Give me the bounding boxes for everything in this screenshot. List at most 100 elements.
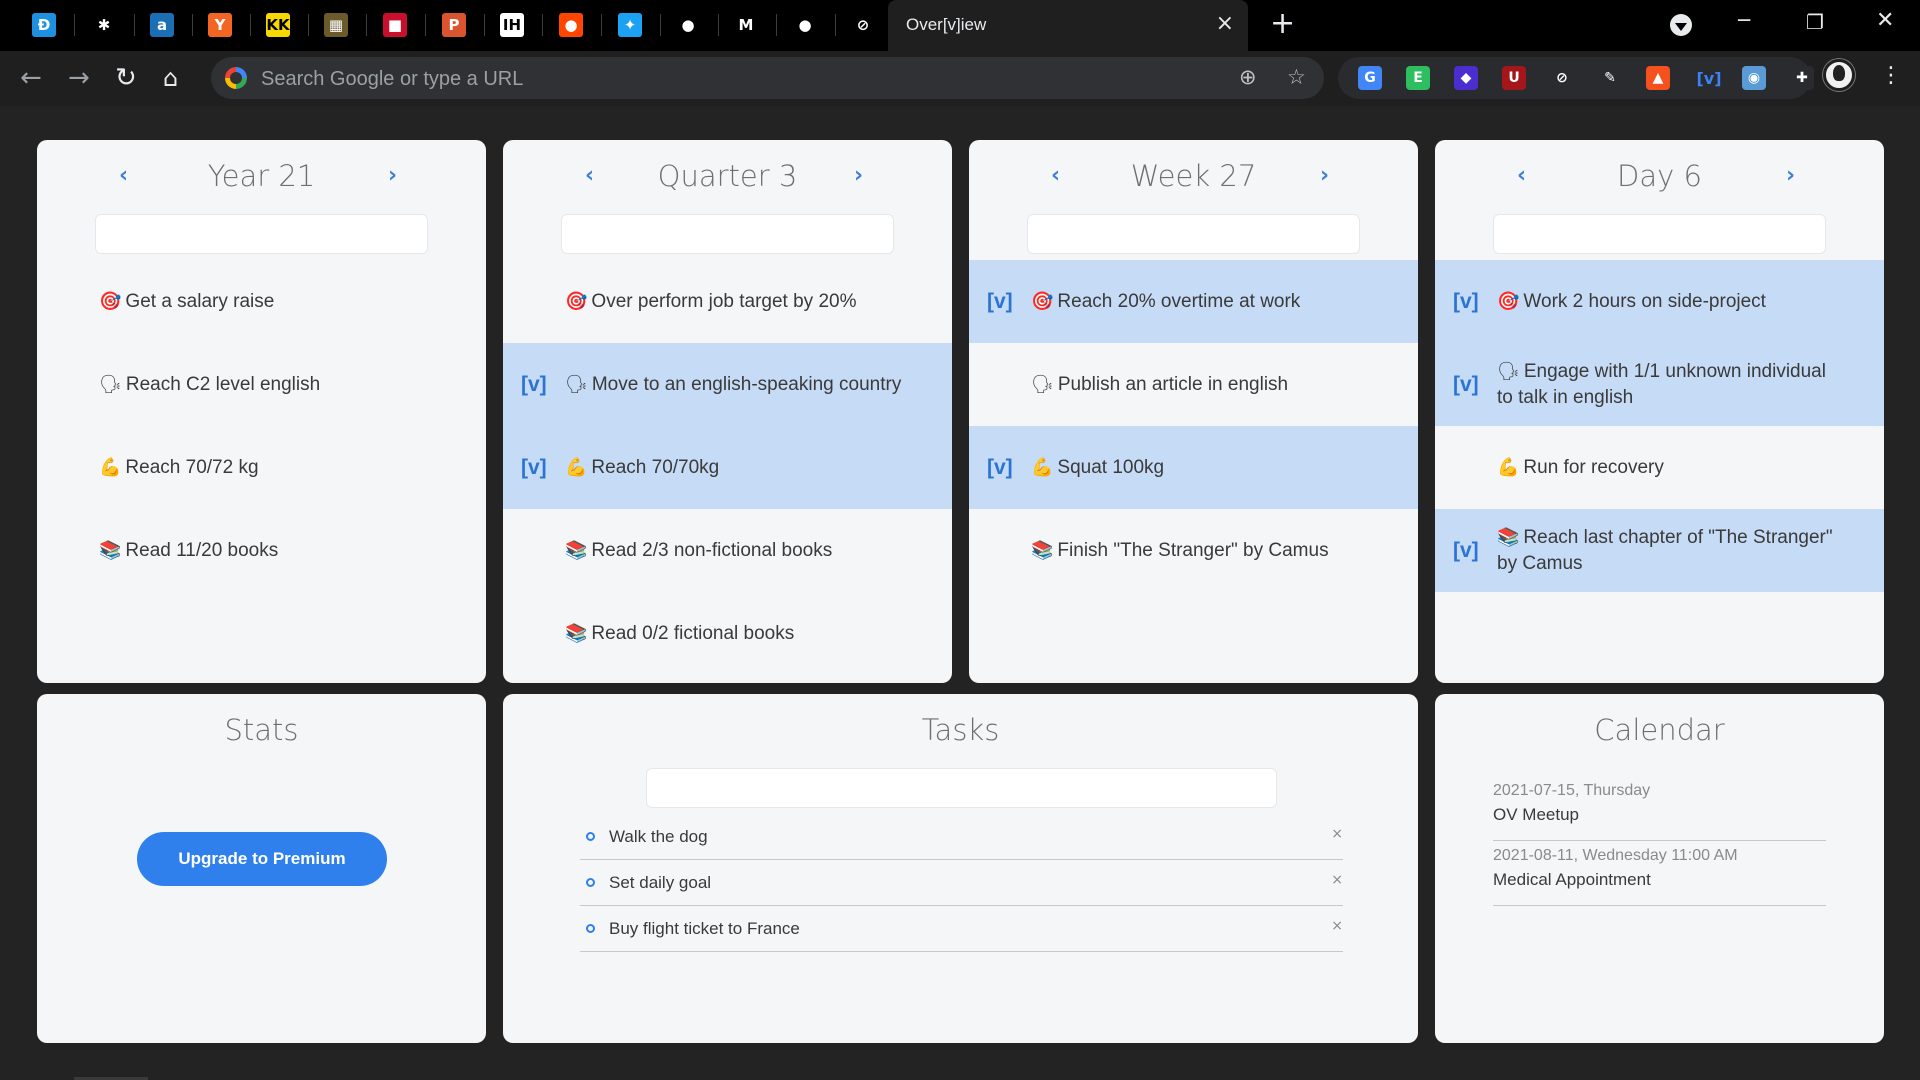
browser-toolbar: ← → ↻ ⌂ Search Google or type a URL ⊕ ☆ … — [0, 51, 1920, 106]
prev-period-arrow-icon[interactable]: ‹ — [1517, 164, 1526, 188]
tab-close-icon[interactable]: × — [1216, 13, 1234, 35]
pinned-tab[interactable]: ✦ — [616, 11, 644, 39]
period-title: Quarter 3 — [657, 159, 798, 193]
pinned-tab[interactable]: Ð — [30, 11, 58, 39]
pinned-tab[interactable]: ■ — [381, 11, 409, 39]
goal-row[interactable]: 🎯 Over perform job target by 20% — [503, 260, 952, 343]
active-tab-title: Over[v]iew — [906, 15, 987, 34]
pinned-tab[interactable]: P — [440, 11, 468, 39]
task-row[interactable]: Buy flight ticket to France × — [580, 906, 1343, 952]
profile-avatar[interactable] — [1823, 59, 1855, 91]
restore-icon[interactable]: ❐ — [1806, 10, 1824, 34]
goal-label: Reach 70/70kg — [591, 456, 720, 478]
globe-icon[interactable]: ◉ — [1742, 66, 1766, 90]
task-bullet-icon[interactable] — [586, 924, 595, 933]
goal-emoji-icon: 🗣 — [99, 373, 122, 395]
pinned-tab[interactable]: ▦ — [322, 11, 350, 39]
next-period-arrow-icon[interactable]: › — [388, 164, 397, 188]
goal-row-completed[interactable]: [v] 🎯 Reach 20% overtime at work — [969, 260, 1418, 343]
goal-row[interactable]: 🗣 Publish an article in english — [969, 343, 1418, 426]
goal-input[interactable] — [95, 214, 428, 254]
prev-period-arrow-icon[interactable]: ‹ — [585, 164, 594, 188]
goal-input[interactable] — [1493, 214, 1826, 254]
goal-row-completed[interactable]: [v] 🎯 Work 2 hours on side-project — [1435, 260, 1884, 343]
prev-period-arrow-icon[interactable]: ‹ — [119, 164, 128, 188]
zoom-icon[interactable]: ⊕ — [1239, 65, 1257, 89]
goal-text: 💪 Squat 100kg — [1031, 455, 1378, 481]
task-input[interactable] — [646, 768, 1277, 808]
menu-kebab-icon[interactable]: ⋮ — [1880, 63, 1902, 88]
overview-ext-icon[interactable]: ⊘ — [1550, 66, 1574, 90]
goal-row[interactable]: 📚 Read 2/3 non-fictional books — [503, 509, 952, 592]
calendar-event[interactable]: 2021-08-11, Wednesday 11:00 AM Medical Ap… — [1493, 841, 1826, 906]
tab-search-icon[interactable] — [1670, 14, 1692, 36]
completed-mark: [v] — [521, 455, 547, 479]
goal-row-completed[interactable]: [v] 📚 Reach last chapter of "The Stranger"… — [1435, 509, 1884, 592]
task-row[interactable]: Set daily goal × — [580, 860, 1343, 906]
goal-input[interactable] — [1027, 214, 1360, 254]
goal-row-completed[interactable]: [v] 💪 Reach 70/70kg — [503, 426, 952, 509]
goal-row-completed[interactable]: [v] 🗣 Move to an english-speaking country — [503, 343, 952, 426]
prev-period-arrow-icon[interactable]: ‹ — [1051, 164, 1060, 188]
overview-app-icon: ⊘ — [851, 13, 875, 37]
puzzle-icon[interactable]: ✚ — [1790, 66, 1814, 90]
pinned-tab[interactable]: M — [732, 11, 760, 39]
goal-row[interactable]: 🗣 Reach C2 level english — [37, 343, 486, 426]
active-tab[interactable]: Over[v]iew × — [888, 0, 1248, 51]
tab-separator — [134, 14, 135, 36]
calendar-title: Calendar — [1594, 713, 1725, 747]
goal-input[interactable] — [561, 214, 894, 254]
forward-arrow-icon[interactable]: → — [68, 63, 90, 93]
reload-icon[interactable]: ↻ — [115, 63, 137, 93]
v-bracket-icon[interactable]: [v] — [1694, 66, 1724, 90]
next-period-arrow-icon[interactable]: › — [1320, 164, 1329, 188]
pinned-tab[interactable]: ● — [791, 11, 819, 39]
goal-row[interactable]: 📚 Read 0/2 fictional books — [503, 592, 952, 675]
calendar-event[interactable]: 2021-07-15, Thursday OV Meetup — [1493, 776, 1826, 841]
task-label: Walk the dog — [609, 827, 708, 846]
pinned-tab[interactable]: ● — [557, 11, 585, 39]
new-tab-button[interactable]: + — [1270, 9, 1295, 39]
remove-task-icon[interactable]: × — [1331, 918, 1343, 934]
task-bullet-icon[interactable] — [586, 832, 595, 841]
goal-row-completed[interactable]: [v] 🗣 Engage with 1/1 unknown individual t… — [1435, 343, 1884, 426]
pinned-tab[interactable]: Y — [206, 11, 234, 39]
pinned-tab[interactable]: a — [148, 11, 176, 39]
home-icon[interactable]: ⌂ — [163, 63, 178, 93]
goal-row-completed[interactable]: [v] 💪 Squat 100kg — [969, 426, 1418, 509]
minimize-icon[interactable]: ─ — [1738, 8, 1750, 32]
next-period-arrow-icon[interactable]: › — [854, 164, 863, 188]
next-period-arrow-icon[interactable]: › — [1786, 164, 1795, 188]
goal-label: Reach 20% overtime at work — [1057, 290, 1301, 312]
pinned-tab[interactable]: ● — [674, 11, 702, 39]
upgrade-premium-button[interactable]: Upgrade to Premium — [137, 832, 387, 886]
google-translate-icon[interactable]: G — [1358, 66, 1382, 90]
goal-emoji-icon: 🗣 — [1031, 373, 1054, 395]
ublock-icon[interactable]: U — [1502, 66, 1526, 90]
pinned-tab[interactable]: ⊘ — [849, 11, 877, 39]
stack-layers-icon[interactable]: ◆ — [1454, 66, 1478, 90]
pen-tool-icon[interactable]: ✎ — [1598, 66, 1622, 90]
evernote-icon[interactable]: E — [1406, 66, 1430, 90]
goal-text: 🎯 Over perform job target by 20% — [565, 289, 912, 315]
goal-row[interactable]: 📚 Read 11/20 books — [37, 509, 486, 592]
tab-separator — [601, 14, 602, 36]
bookmark-star-icon[interactable]: ☆ — [1287, 65, 1306, 89]
pinned-tab[interactable]: KK — [264, 11, 292, 39]
remove-task-icon[interactable]: × — [1331, 826, 1343, 842]
window-close-icon[interactable]: ✕ — [1876, 8, 1894, 33]
goal-row[interactable]: 📚 Finish "The Stranger" by Camus — [969, 509, 1418, 592]
goal-row[interactable]: 💪 Run for recovery — [1435, 426, 1884, 509]
task-bullet-icon[interactable] — [586, 878, 595, 887]
goal-text: 💪 Reach 70/72 kg — [99, 455, 446, 481]
remove-task-icon[interactable]: × — [1331, 872, 1343, 888]
pinned-tab[interactable]: IH — [498, 11, 526, 39]
task-row[interactable]: Walk the dog × — [580, 814, 1343, 860]
pinned-tab[interactable]: ✱ — [90, 11, 118, 39]
omnibox[interactable]: Search Google or type a URL ⊕ ☆ — [211, 57, 1324, 99]
back-arrow-icon[interactable]: ← — [20, 63, 42, 93]
goal-row[interactable]: 🎯 Get a salary raise — [37, 260, 486, 343]
lighthouse-icon[interactable]: ▲ — [1646, 66, 1670, 90]
goal-text: 💪 Run for recovery — [1497, 455, 1844, 481]
goal-row[interactable]: 💪 Reach 70/72 kg — [37, 426, 486, 509]
